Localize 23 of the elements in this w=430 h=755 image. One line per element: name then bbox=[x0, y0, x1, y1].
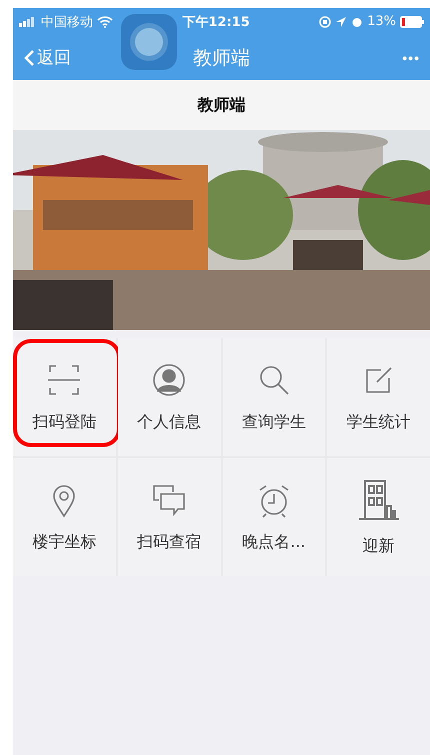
location-arrow-icon bbox=[335, 16, 348, 28]
assistive-touch-button[interactable] bbox=[121, 14, 177, 70]
battery-percent: 13% bbox=[367, 14, 396, 29]
menu-tile[interactable]: 扫码查宿 bbox=[118, 458, 220, 576]
alarm-icon bbox=[351, 16, 364, 28]
battery-icon bbox=[400, 16, 424, 28]
nav-title: 教师端 bbox=[193, 46, 250, 70]
back-chevron-icon[interactable] bbox=[23, 48, 35, 66]
menu-tile[interactable]: 个人信息 bbox=[118, 338, 220, 456]
status-time: 下午12:15 bbox=[182, 14, 250, 30]
menu-tile[interactable]: 学生统计 bbox=[327, 338, 430, 456]
rotation-lock-icon bbox=[319, 16, 332, 28]
carrier-name: 中国移动 bbox=[41, 14, 93, 30]
menu-tile[interactable]: 扫码登陆 bbox=[13, 338, 116, 456]
wifi-icon bbox=[97, 16, 113, 28]
menu-tile[interactable]: 楼宇坐标 bbox=[13, 458, 116, 576]
menu-tile[interactable]: 晚点名... bbox=[222, 458, 326, 576]
building-icon bbox=[356, 478, 401, 522]
page-title: 教师端 bbox=[198, 94, 246, 116]
menu-tile[interactable]: 迎新 bbox=[327, 458, 430, 576]
menu-tile[interactable]: 查询学生 bbox=[222, 338, 326, 456]
user-icon bbox=[151, 362, 188, 398]
signal-icon bbox=[19, 16, 37, 26]
